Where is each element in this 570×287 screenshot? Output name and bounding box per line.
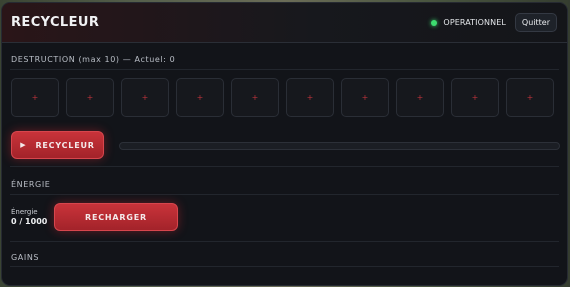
recycle-button[interactable]: ▶ RECYCLEUR xyxy=(11,131,104,159)
status-indicator: OPERATIONNEL xyxy=(431,18,506,27)
recycle-row: ▶ RECYCLEUR xyxy=(11,131,560,159)
plus-icon: + xyxy=(416,93,424,102)
plus-icon: + xyxy=(471,93,479,102)
status-text: OPERATIONNEL xyxy=(443,18,506,27)
divider xyxy=(10,69,559,70)
recycle-button-label: RECYCLEUR xyxy=(35,140,95,150)
divider xyxy=(10,241,559,242)
destruction-slots: + + + + + + + + + + xyxy=(11,78,554,117)
divider xyxy=(10,194,559,195)
destruction-slot[interactable]: + xyxy=(396,78,444,117)
energy-value: 0 / 1000 xyxy=(11,217,48,226)
destruction-slot[interactable]: + xyxy=(451,78,499,117)
plus-icon: + xyxy=(526,93,534,102)
destruction-slot[interactable]: + xyxy=(11,78,59,117)
recycle-progress-bar xyxy=(119,142,560,150)
status-dot-icon xyxy=(431,19,438,26)
energy-section-label: ÉNERGIE xyxy=(11,180,51,189)
plus-icon: + xyxy=(141,93,149,102)
recharge-button[interactable]: RECHARGER xyxy=(54,203,178,231)
plus-icon: + xyxy=(86,93,94,102)
quit-button[interactable]: Quitter xyxy=(514,13,557,32)
divider xyxy=(10,166,559,167)
destruction-slot[interactable]: + xyxy=(121,78,169,117)
play-icon: ▶ xyxy=(20,141,27,149)
destruction-slot[interactable]: + xyxy=(341,78,389,117)
plus-icon: + xyxy=(31,93,39,102)
plus-icon: + xyxy=(306,93,314,102)
energy-label: Énergie xyxy=(11,208,38,216)
energy-readout: Énergie 0 / 1000 xyxy=(11,208,47,226)
recycler-panel: RECYCLEUR OPERATIONNEL Quitter DESTRUCTI… xyxy=(1,2,568,286)
destruction-slot[interactable]: + xyxy=(506,78,554,117)
divider xyxy=(10,266,559,267)
destruction-section-label: DESTRUCTION (max 10) — Actuel: 0 xyxy=(11,55,176,64)
destruction-slot[interactable]: + xyxy=(231,78,279,117)
panel-header: RECYCLEUR OPERATIONNEL Quitter xyxy=(2,3,567,43)
gains-section-label: GAINS xyxy=(11,253,40,262)
plus-icon: + xyxy=(196,93,204,102)
plus-icon: + xyxy=(251,93,259,102)
panel-title: RECYCLEUR xyxy=(11,15,100,30)
destruction-slot[interactable]: + xyxy=(66,78,114,117)
plus-icon: + xyxy=(361,93,369,102)
destruction-slot[interactable]: + xyxy=(286,78,334,117)
destruction-slot[interactable]: + xyxy=(176,78,224,117)
energy-row: Énergie 0 / 1000 RECHARGER xyxy=(11,203,558,232)
